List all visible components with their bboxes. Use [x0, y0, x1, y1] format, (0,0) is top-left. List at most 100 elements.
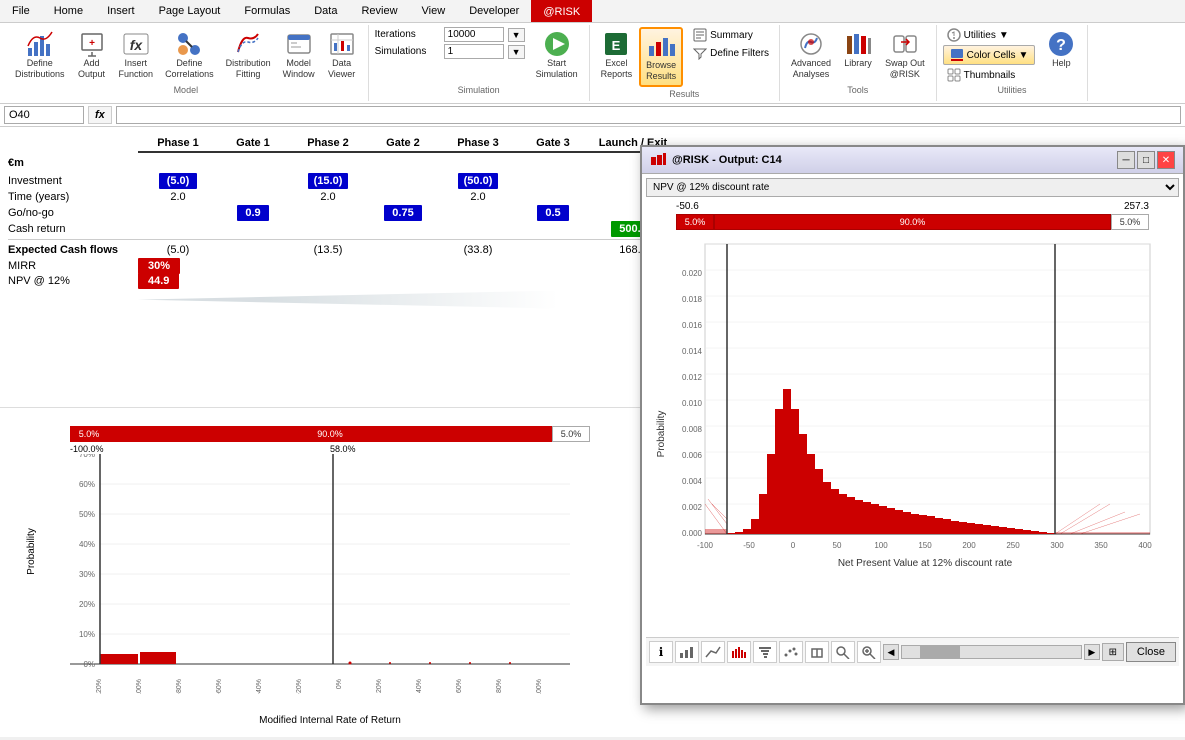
fx-button[interactable]: fx	[88, 106, 112, 124]
iterations-dropdown[interactable]: ▼	[508, 28, 525, 42]
popup-tool-scatter[interactable]	[779, 641, 803, 663]
simulations-dropdown[interactable]: ▼	[508, 45, 525, 59]
mirr-value: 30%	[138, 260, 180, 272]
utilities-buttons: Utilities ▼ Color Cells ▼ Thumbnails	[943, 27, 1082, 83]
popup-tool-info[interactable]: ℹ	[649, 641, 673, 663]
excel-reports-icon: E	[602, 30, 630, 58]
popup-hist-svg: Probability	[650, 234, 1170, 584]
tab-data[interactable]: Data	[302, 0, 349, 22]
tab-file[interactable]: File	[0, 0, 42, 22]
popup-tool-tornado[interactable]	[753, 641, 777, 663]
svg-text:70%: 70%	[79, 454, 95, 459]
formula-input[interactable]	[116, 106, 1181, 124]
popup-marker-right: 257.3	[1124, 201, 1149, 212]
svg-text:E: E	[612, 38, 621, 53]
npv-label: NPV @ 12%	[8, 275, 138, 287]
popup-output-dropdown[interactable]: NPV @ 12% discount rate	[646, 178, 1179, 197]
popup-title: @RISK - Output: C14	[650, 152, 782, 168]
data-viewer-button[interactable]: DataViewer	[322, 27, 362, 83]
col-phase1: Phase 1	[138, 137, 218, 153]
insert-function-button[interactable]: fx InsertFunction	[114, 27, 159, 83]
library-label: Library	[844, 58, 872, 69]
library-button[interactable]: Library	[838, 27, 878, 72]
popup-pct-left: 5.0%	[676, 214, 714, 230]
add-output-button[interactable]: + AddOutput	[72, 27, 112, 83]
svg-text:40%: 40%	[416, 679, 423, 693]
time-phase1: 2.0	[138, 191, 218, 203]
summary-button[interactable]: Summary	[689, 27, 773, 43]
svg-text:20%: 20%	[376, 679, 383, 693]
tab-view[interactable]: View	[410, 0, 458, 22]
tab-risk[interactable]: @RISK	[531, 0, 592, 22]
popup-markers: -50.6 257.3	[646, 201, 1179, 212]
popup-close-button[interactable]: ✕	[1157, 151, 1175, 169]
formula-bar: fx	[0, 104, 1185, 127]
svg-text:0: 0	[791, 541, 796, 550]
popup-scroll-left[interactable]: ◀	[883, 644, 899, 660]
model-group-label: Model	[174, 85, 199, 95]
tab-insert[interactable]: Insert	[95, 0, 147, 22]
distribution-fitting-button[interactable]: DistributionFitting	[221, 27, 276, 83]
tab-developer[interactable]: Developer	[457, 0, 531, 22]
advanced-analyses-button[interactable]: AdvancedAnalyses	[786, 27, 836, 83]
help-icon: ?	[1047, 30, 1075, 58]
popup-tool-box[interactable]	[805, 641, 829, 663]
browse-results-button[interactable]: BrowseResults	[639, 27, 683, 87]
excel-reports-button[interactable]: E ExcelReports	[596, 27, 638, 83]
tab-home[interactable]: Home	[42, 0, 95, 22]
swap-out-button[interactable]: Swap Out@RISK	[880, 27, 930, 83]
col-phase2: Phase 2	[288, 137, 368, 153]
summary-label: Summary	[710, 30, 753, 41]
svg-text:80%: 80%	[496, 679, 503, 693]
popup-tool-zoom[interactable]	[831, 641, 855, 663]
tab-page-layout[interactable]: Page Layout	[147, 0, 233, 22]
browse-results-label: BrowseResults	[646, 60, 676, 82]
utilities-menu-button[interactable]: Utilities ▼	[943, 27, 1036, 43]
popup-scrollbar[interactable]	[901, 645, 1082, 659]
svg-text:0.008: 0.008	[682, 425, 703, 434]
simulations-input[interactable]	[444, 44, 504, 59]
color-cells-button[interactable]: Color Cells ▼	[943, 45, 1036, 65]
results-buttons: E ExcelReports BrowseResults Summary	[596, 27, 773, 87]
distribution-fitting-icon	[234, 30, 262, 58]
popup-scroll-right[interactable]: ▶	[1084, 644, 1100, 660]
mirr-pct-bar: 5.0% 90.0% 5.0%	[70, 426, 590, 442]
svg-text:150: 150	[918, 541, 932, 550]
help-label: Help	[1052, 58, 1071, 69]
popup-fit-view[interactable]: ⊞	[1102, 643, 1124, 661]
name-box[interactable]	[4, 106, 84, 124]
popup-tool-line-chart[interactable]	[701, 641, 725, 663]
start-simulation-button[interactable]: StartSimulation	[531, 27, 583, 83]
help-button[interactable]: ? Help	[1041, 27, 1081, 72]
col-gate3: Gate 3	[518, 137, 588, 153]
tab-review[interactable]: Review	[349, 0, 409, 22]
library-icon	[844, 30, 872, 58]
advanced-analyses-icon	[797, 30, 825, 58]
ecf-p3: (33.8)	[438, 244, 518, 256]
svg-text:50: 50	[833, 541, 842, 550]
popup-tool-histogram2[interactable]	[727, 641, 751, 663]
define-filters-button[interactable]: Define Filters	[689, 45, 773, 61]
utilities-dropdown-icon: ▼	[999, 30, 1009, 41]
popup-tool-bar-chart[interactable]	[675, 641, 699, 663]
model-window-button[interactable]: ModelWindow	[278, 27, 320, 83]
utilities-group-label: Utilities	[997, 85, 1026, 95]
tab-formulas[interactable]: Formulas	[232, 0, 302, 22]
mirr-marker-right-label: 58.0%	[330, 444, 356, 454]
popup-minimize-button[interactable]: ─	[1117, 151, 1135, 169]
ribbon-group-model: DefineDistributions + AddOutput fx Inser…	[4, 25, 369, 101]
svg-text:200: 200	[962, 541, 976, 550]
define-distributions-button[interactable]: DefineDistributions	[10, 27, 70, 83]
svg-text:250: 250	[1006, 541, 1020, 550]
define-correlations-button[interactable]: DefineCorrelations	[160, 27, 219, 83]
thumbnails-button[interactable]: Thumbnails	[943, 67, 1036, 83]
col-phase3: Phase 3	[438, 137, 518, 153]
iterations-input[interactable]	[444, 27, 504, 42]
popup-maximize-button[interactable]: □	[1137, 151, 1155, 169]
browse-results-icon	[647, 32, 675, 60]
popup-tool-zoom-in[interactable]	[857, 641, 881, 663]
svg-text:20%: 20%	[79, 600, 95, 609]
popup-close-bottom-button[interactable]: Close	[1126, 642, 1176, 662]
simulation-buttons: Iterations ▼ Simulations ▼ StartSimulati…	[375, 27, 583, 83]
popup-scroll-thumb[interactable]	[920, 646, 960, 658]
